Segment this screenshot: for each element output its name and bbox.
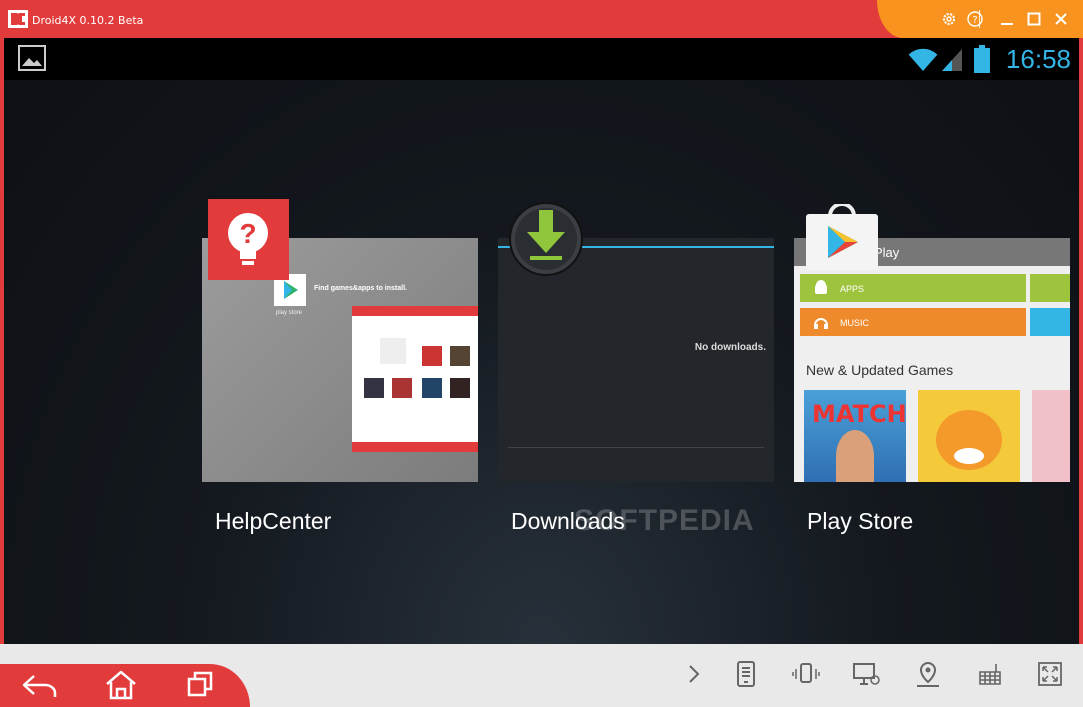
games-tile — [1030, 274, 1070, 302]
thumb-mini-window — [352, 306, 478, 452]
back-icon[interactable] — [20, 670, 62, 700]
status-bar: 16:58 — [4, 38, 1079, 80]
recent-app-label-playstore[interactable]: Play Store — [807, 508, 913, 535]
bottom-toolbar — [0, 644, 1083, 707]
nav-button-area — [0, 664, 250, 707]
music-tile-label: MUSIC — [840, 318, 869, 328]
apps-tile-label: APPS — [840, 284, 865, 294]
android-screen: 16:58 Find games&apps to install. play s… — [4, 38, 1079, 644]
svg-text:?: ? — [239, 218, 256, 249]
thumb-divider — [508, 447, 764, 448]
apps-tile: APPS — [800, 274, 1026, 302]
svg-text:?: ? — [972, 15, 977, 26]
window-title: Droid4X 0.10.2 Beta — [32, 14, 144, 27]
watermark: SOFTPEDIA — [574, 504, 755, 537]
thumb-section-title: New & Updated Games — [806, 362, 954, 378]
help-icon[interactable]: ? — [965, 9, 985, 29]
screen-share-icon[interactable] — [852, 660, 880, 688]
thumb-caption: Find games&apps to install. — [314, 285, 407, 292]
home-icon[interactable] — [104, 669, 138, 701]
keyboard-icon[interactable] — [976, 660, 1004, 688]
shake-icon[interactable] — [792, 660, 820, 688]
battery-icon — [974, 45, 990, 73]
maximize-icon[interactable] — [1024, 9, 1044, 29]
music-tile: MUSIC — [800, 308, 1026, 336]
game-tile-tiger — [918, 390, 1020, 482]
thumb-icon-label: play store — [276, 310, 303, 316]
location-icon[interactable] — [914, 660, 942, 688]
signal-icon — [942, 49, 962, 71]
fullscreen-icon[interactable] — [1036, 660, 1064, 688]
download-icon — [509, 202, 583, 276]
game-title: MATCH — [812, 400, 907, 428]
app-logo-icon — [8, 10, 28, 28]
phone-icon[interactable] — [732, 660, 760, 688]
wifi-icon — [908, 48, 938, 71]
game-tile-partial — [1032, 390, 1070, 482]
chevron-right-icon[interactable] — [680, 660, 708, 688]
recent-app-playstore-thumbnail[interactable]: Play APPS MUSIC New & Updated Games MATC… — [794, 238, 1070, 482]
controls-divider — [979, 10, 980, 28]
books-tile — [1030, 308, 1070, 336]
game-tile-match: MATCH — [804, 390, 907, 482]
helpcenter-icon: ? — [208, 199, 289, 280]
play-store-bag-icon — [806, 204, 878, 270]
title-bar: Droid4X 0.10.2 Beta ? — [0, 0, 1083, 38]
recent-app-label-helpcenter[interactable]: HelpCenter — [215, 508, 331, 535]
window-controls: ? — [877, 0, 1083, 38]
recent-apps-icon[interactable] — [186, 670, 216, 700]
clock: 16:58 — [1005, 44, 1071, 74]
thumb-empty-message: No downloads. — [694, 342, 766, 353]
gear-icon[interactable] — [939, 9, 959, 29]
minimize-icon[interactable] — [997, 9, 1017, 29]
gallery-icon[interactable] — [18, 45, 46, 71]
close-icon[interactable] — [1051, 9, 1071, 29]
